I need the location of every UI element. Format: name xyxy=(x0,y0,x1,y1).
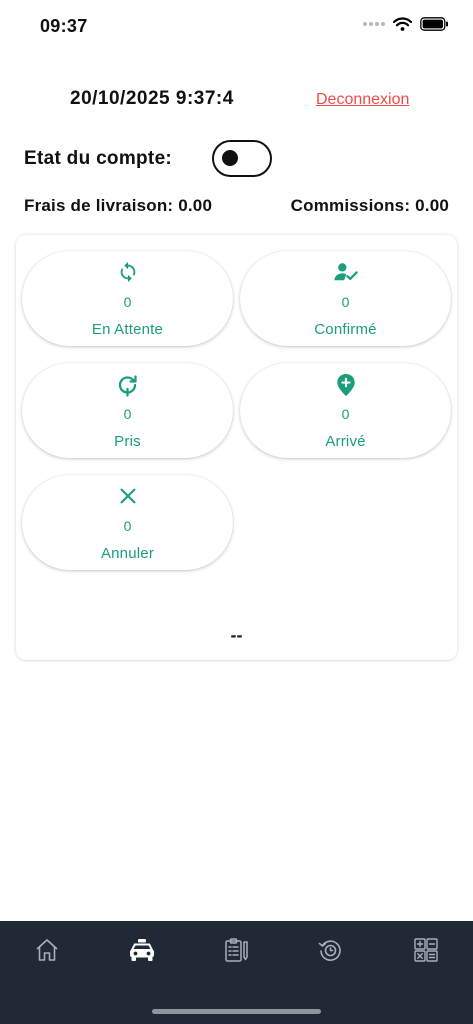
account-status-label: Etat du compte: xyxy=(24,148,173,169)
tile-annuler[interactable]: 0 Annuler xyxy=(22,475,233,570)
screen: 09:37 20/10/2025 9:37:4 Deconnexion Etat… xyxy=(0,0,473,1024)
calculator-icon xyxy=(414,938,438,962)
commissions-text: Commissions: 0.00 xyxy=(290,196,449,215)
map-pin-plus-icon xyxy=(336,374,355,396)
nav-history[interactable] xyxy=(310,935,350,965)
bottom-nav xyxy=(0,921,473,1024)
tile-label: En Attente xyxy=(91,321,164,338)
cellular-signal-icon xyxy=(363,22,385,26)
home-indicator[interactable] xyxy=(152,1009,321,1014)
card-footer-text: -- xyxy=(230,625,243,645)
tile-count: 0 xyxy=(341,406,350,422)
history-icon xyxy=(318,940,341,961)
sync-icon xyxy=(120,261,135,283)
orders-status-card: 0 En Attente 0 Confirmé 0 Pris 0 Arrivé … xyxy=(16,235,457,660)
tile-confirme[interactable]: 0 Confirmé xyxy=(240,251,451,346)
tile-count: 0 xyxy=(123,518,132,534)
refresh-location-icon xyxy=(118,375,137,397)
battery-icon xyxy=(420,17,448,31)
tile-count: 0 xyxy=(123,406,132,422)
tile-count: 0 xyxy=(123,294,132,310)
account-status-toggle[interactable] xyxy=(212,140,272,177)
nav-taxi[interactable] xyxy=(122,935,162,965)
nav-orders[interactable] xyxy=(216,935,256,965)
tile-label: Arrivé xyxy=(325,433,366,450)
tile-en-attente[interactable]: 0 En Attente xyxy=(22,251,233,346)
tile-label: Pris xyxy=(114,433,141,450)
logout-link[interactable]: Deconnexion xyxy=(316,91,409,109)
tile-pris[interactable]: 0 Pris xyxy=(22,363,233,458)
tile-count: 0 xyxy=(341,294,350,310)
nav-home[interactable] xyxy=(27,935,67,965)
close-icon xyxy=(120,488,135,504)
toggle-knob xyxy=(222,150,238,166)
home-icon xyxy=(36,939,58,961)
tile-label: Annuler xyxy=(100,545,155,562)
nav-calculator[interactable] xyxy=(406,935,446,965)
user-check-icon xyxy=(333,263,358,281)
tile-arrive[interactable]: 0 Arrivé xyxy=(240,363,451,458)
status-icons xyxy=(363,17,449,31)
tile-label: Confirmé xyxy=(314,321,377,338)
status-bar: 09:37 xyxy=(0,0,473,52)
taxi-icon xyxy=(130,939,154,961)
wifi-icon xyxy=(393,17,412,31)
clipboard-icon xyxy=(225,938,248,962)
status-time: 09:37 xyxy=(40,16,88,36)
datetime-display: 20/10/2025 9:37:4 xyxy=(70,88,234,109)
delivery-fees-text: Frais de livraison: 0.00 xyxy=(24,196,213,215)
